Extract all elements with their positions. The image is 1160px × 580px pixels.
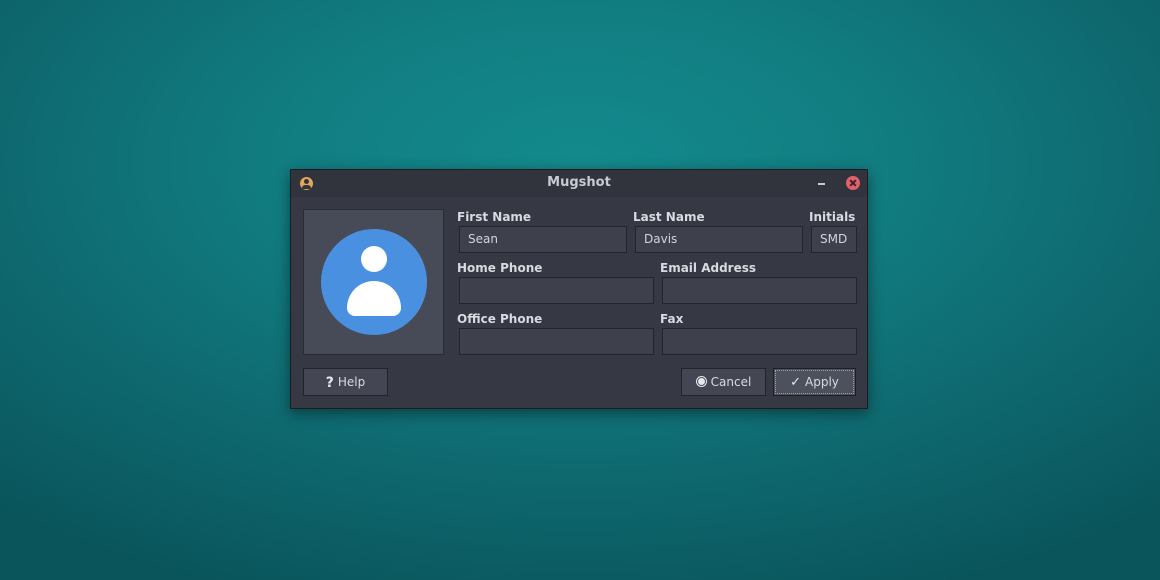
user-avatar-icon (321, 229, 427, 335)
office-phone-label: Office Phone (457, 312, 543, 326)
mugshot-dialog: Mugshot First Name Sean Last Name Davis … (290, 169, 868, 409)
cancel-button[interactable]: Cancel (681, 368, 766, 396)
apply-button[interactable]: ✓ Apply (773, 368, 856, 396)
window-title: Mugshot (547, 175, 611, 190)
titlebar: Mugshot (291, 170, 867, 197)
help-label: Help (337, 375, 366, 389)
minimize-button[interactable] (816, 176, 828, 190)
fax-field[interactable] (662, 328, 857, 355)
close-button[interactable] (846, 176, 860, 190)
help-button[interactable]: ? Help (303, 368, 388, 396)
cancel-label: Cancel (710, 375, 752, 389)
last-name-field[interactable]: Davis (635, 226, 803, 253)
email-address-label: Email Address (660, 261, 757, 275)
home-phone-field[interactable] (459, 277, 654, 304)
checkmark-icon: ✓ (790, 374, 801, 390)
question-mark-icon: ? (325, 374, 334, 391)
initials-field[interactable]: SMD (811, 226, 857, 253)
last-name-label: Last Name (633, 210, 705, 224)
email-address-field[interactable] (662, 277, 857, 304)
office-phone-field[interactable] (459, 328, 654, 355)
apply-label: Apply (805, 375, 839, 389)
first-name-field[interactable]: Sean (459, 226, 627, 253)
fax-label: Fax (660, 312, 684, 326)
cancel-icon (695, 376, 707, 387)
avatar-button[interactable] (303, 209, 444, 355)
first-name-label: First Name (457, 210, 532, 224)
home-phone-label: Home Phone (457, 261, 543, 275)
initials-label: Initials (809, 210, 856, 224)
